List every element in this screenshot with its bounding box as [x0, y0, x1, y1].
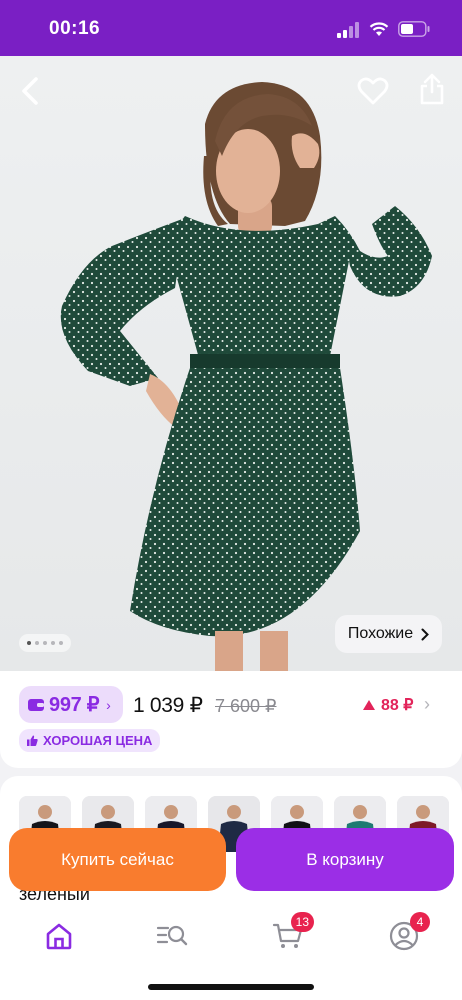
page-dot — [51, 641, 55, 645]
triangle-up-icon — [363, 700, 375, 710]
good-price-label: ХОРОШАЯ ЦЕНА — [43, 733, 153, 748]
nav-cart[interactable]: 13 — [272, 912, 314, 952]
wallet-price-button[interactable]: 997 ₽ › — [19, 686, 123, 723]
wallet-icon — [28, 698, 44, 711]
status-time: 00:16 — [49, 18, 101, 39]
good-price-badge[interactable]: ХОРОШАЯ ЦЕНА — [19, 729, 161, 752]
wifi-icon — [369, 22, 389, 36]
wallet-price: 997 ₽ — [49, 694, 100, 716]
product-gallery[interactable]: Похожие — [0, 56, 462, 671]
nav-profile[interactable]: 4 — [388, 912, 430, 952]
old-price: 7 600 ₽ — [215, 696, 277, 716]
price-card: 997 ₽ › 1 039 ₽ 7 600 ₽ 88 ₽ › ХОРОШАЯ Ц… — [0, 671, 462, 768]
add-to-cart-button[interactable]: В корзину — [236, 828, 454, 891]
signal-icon — [337, 22, 359, 38]
points-info[interactable]: 88 ₽ — [363, 695, 413, 715]
page-dot — [59, 641, 63, 645]
profile-badge: 4 — [410, 912, 430, 932]
home-icon — [46, 923, 72, 950]
cart-badge: 13 — [290, 912, 314, 932]
regular-price: 1 039 ₽ — [133, 694, 203, 717]
buy-now-button[interactable]: Купить сейчас — [9, 828, 226, 891]
chevron-right-icon[interactable]: › — [424, 694, 430, 715]
points-value: 88 ₽ — [381, 697, 414, 714]
catalog-search-icon — [156, 925, 188, 946]
battery-icon — [398, 21, 430, 37]
similar-button[interactable]: Похожие — [335, 615, 442, 653]
product-screen: 00:16 Похожие 997 ₽ › 1 039 ₽ 7 600 ₽ 88… — [0, 0, 462, 1000]
back-icon[interactable] — [16, 74, 46, 108]
page-dot — [43, 641, 47, 645]
share-icon[interactable] — [418, 72, 446, 106]
home-indicator — [148, 984, 314, 990]
nav-catalog[interactable] — [156, 920, 188, 952]
chevron-right-icon — [421, 628, 430, 640]
gallery-pagination — [19, 634, 71, 652]
favorite-heart-icon[interactable] — [357, 76, 389, 106]
thumbs-up-icon — [27, 735, 38, 746]
similar-label: Похожие — [347, 625, 414, 642]
page-dot — [27, 641, 31, 645]
chevron-right-icon: › — [106, 696, 111, 713]
page-dot — [35, 641, 39, 645]
status-bar: 00:16 — [0, 0, 462, 56]
product-photo — [60, 82, 432, 671]
nav-home[interactable] — [43, 920, 75, 952]
